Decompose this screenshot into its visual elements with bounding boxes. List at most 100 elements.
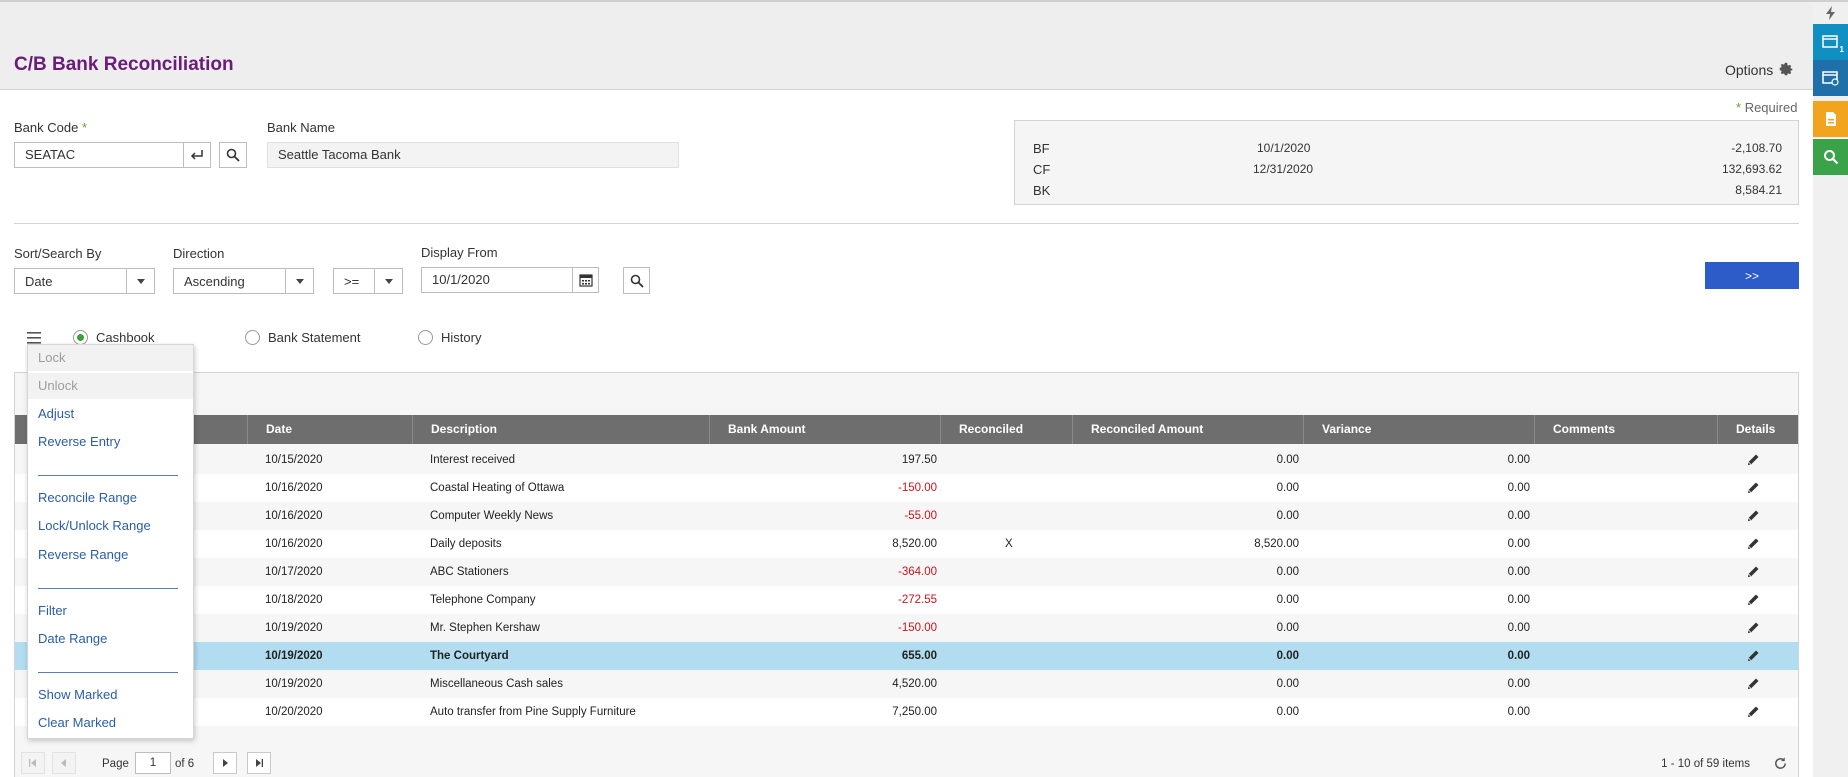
menu-item-lock[interactable]: Lock bbox=[28, 345, 193, 371]
operator-select[interactable]: >= bbox=[333, 268, 403, 294]
table-row[interactable]: 10/16/2020 Computer Weekly News -55.00 0.00… bbox=[15, 502, 1798, 530]
table-row[interactable]: 10/20/2020 Auto transfer from Pine Supply… bbox=[15, 698, 1798, 726]
column-header-comments[interactable]: Comments bbox=[1535, 415, 1718, 444]
cell-variance: 0.00 bbox=[1507, 566, 1530, 578]
menu-item-reconcile-range[interactable]: Reconcile Range bbox=[28, 485, 193, 511]
display-from-input[interactable]: 10/1/2020 bbox=[421, 267, 573, 293]
next-page-button[interactable] bbox=[213, 752, 237, 774]
edit-pencil-icon[interactable] bbox=[1746, 677, 1760, 691]
bank-code-input[interactable]: SEATAC bbox=[14, 142, 184, 168]
cell-bank-amount: -55.00 bbox=[904, 510, 937, 522]
column-header-reconciled-amount[interactable]: Reconciled Amount bbox=[1073, 415, 1304, 444]
menu-item-reverse-range[interactable]: Reverse Range bbox=[28, 542, 193, 568]
sort-value: Date bbox=[25, 274, 53, 289]
sort-label: Sort/Search By bbox=[14, 246, 102, 261]
cell-comments bbox=[1552, 446, 1722, 474]
window-settings-icon[interactable] bbox=[1813, 60, 1848, 96]
cell-comments bbox=[1552, 670, 1722, 698]
radio-label: Bank Statement bbox=[268, 330, 361, 345]
edit-pencil-icon[interactable] bbox=[1746, 481, 1760, 495]
previous-page-button[interactable] bbox=[52, 752, 76, 774]
page-count: of 6 bbox=[175, 758, 195, 770]
page-input[interactable]: 1 bbox=[135, 752, 171, 774]
filter-search-button[interactable] bbox=[623, 267, 650, 294]
bank-code-label-text: Bank Code bbox=[14, 120, 79, 135]
cell-variance: 0.00 bbox=[1507, 706, 1530, 718]
cell-date: 10/16/2020 bbox=[265, 482, 323, 494]
options-button[interactable]: Options bbox=[1725, 62, 1794, 78]
table-row[interactable]: 10/16/2020 Coastal Heating of Ottawa -150.… bbox=[15, 474, 1798, 502]
first-page-button[interactable] bbox=[21, 752, 45, 774]
table-row[interactable]: 10/19/2020 Mr. Stephen Kershaw -150.00 0.00… bbox=[15, 614, 1798, 642]
cell-bank-amount: -150.00 bbox=[897, 622, 937, 634]
column-header-details: Details bbox=[1718, 415, 1798, 444]
summary-date: 10/1/2020 bbox=[1257, 141, 1311, 155]
edit-pencil-icon[interactable] bbox=[1746, 649, 1760, 663]
window-badge-icon[interactable]: 1 bbox=[1813, 24, 1848, 60]
cell-date: 10/19/2020 bbox=[265, 622, 323, 634]
cell-description: Telephone Company bbox=[430, 594, 536, 606]
radio-button[interactable] bbox=[418, 330, 433, 345]
cell-variance: 0.00 bbox=[1507, 510, 1530, 522]
radio-history[interactable]: History bbox=[418, 330, 481, 345]
cell-comments bbox=[1552, 698, 1722, 726]
menu-item-lock-unlock-range[interactable]: Lock/Unlock Range bbox=[28, 513, 193, 539]
column-header-bank-amount[interactable]: Bank Amount bbox=[710, 415, 941, 444]
menu-item-clear-marked[interactable]: Clear Marked bbox=[28, 710, 193, 736]
search-icon[interactable] bbox=[1813, 139, 1848, 175]
edit-pencil-icon[interactable] bbox=[1746, 509, 1760, 523]
document-icon[interactable] bbox=[1813, 101, 1848, 137]
sort-select[interactable]: Date bbox=[14, 268, 155, 294]
table-row[interactable]: 10/19/2020 Miscellaneous Cash sales 4,520.… bbox=[15, 670, 1798, 698]
cell-date: 10/18/2020 bbox=[265, 594, 323, 606]
direction-select[interactable]: Ascending bbox=[173, 268, 314, 294]
edit-pencil-icon[interactable] bbox=[1746, 621, 1760, 635]
next-button[interactable]: >> bbox=[1705, 262, 1799, 289]
column-header-variance[interactable]: Variance bbox=[1304, 415, 1535, 444]
cell-bank-amount: 4,520.00 bbox=[892, 678, 937, 690]
menu-separator bbox=[38, 672, 178, 673]
edit-pencil-icon[interactable] bbox=[1746, 565, 1760, 579]
table-row[interactable]: 10/15/2020 Interest received 197.50 0.00 0.0… bbox=[15, 446, 1798, 474]
menu-item-show-marked[interactable]: Show Marked bbox=[28, 682, 193, 708]
table-row[interactable]: 10/16/2020 Daily deposits 8,520.00 X 8,520.0… bbox=[15, 530, 1798, 558]
cell-variance: 0.00 bbox=[1507, 454, 1530, 466]
radio-bank-statement[interactable]: Bank Statement bbox=[245, 330, 361, 345]
table-row[interactable]: 10/19/2020 The Courtyard 655.00 0.00 0.00 bbox=[15, 642, 1798, 670]
table-row[interactable]: 10/17/2020 ABC Stationers -364.00 0.00 0.00 bbox=[15, 558, 1798, 586]
table-row[interactable]: 10/18/2020 Telephone Company -272.55 0.00 0.… bbox=[15, 586, 1798, 614]
cell-variance: 0.00 bbox=[1507, 678, 1530, 690]
menu-item-filter[interactable]: Filter bbox=[28, 598, 193, 624]
lightning-icon[interactable] bbox=[1813, 2, 1848, 24]
cell-reconciled-amount: 0.00 bbox=[1276, 706, 1299, 718]
menu-item-reverse-entry[interactable]: Reverse Entry bbox=[28, 429, 193, 455]
cell-reconciled bbox=[1005, 586, 1045, 614]
hamburger-menu-icon[interactable] bbox=[27, 332, 41, 344]
pager: Page 1 of 6 1 - 10 of 59 items bbox=[15, 749, 1798, 777]
enter-button[interactable] bbox=[183, 142, 211, 168]
menu-item-adjust[interactable]: Adjust bbox=[28, 401, 193, 427]
last-page-button[interactable] bbox=[247, 752, 271, 774]
edit-pencil-icon[interactable] bbox=[1746, 537, 1760, 551]
cell-description: Mr. Stephen Kershaw bbox=[430, 622, 540, 634]
column-header-date[interactable]: Date bbox=[248, 415, 413, 444]
bank-code-lookup-button[interactable] bbox=[219, 142, 247, 168]
column-header-description[interactable]: Description bbox=[413, 415, 710, 444]
radio-button[interactable] bbox=[73, 330, 88, 345]
chevron-down-icon bbox=[285, 269, 313, 293]
column-header-reconciled[interactable]: Reconciled bbox=[941, 415, 1073, 444]
refresh-icon[interactable] bbox=[1773, 756, 1788, 771]
cell-date: 10/17/2020 bbox=[265, 566, 323, 578]
cell-comments bbox=[1552, 558, 1722, 586]
radio-button[interactable] bbox=[245, 330, 260, 345]
menu-item-date-range[interactable]: Date Range bbox=[28, 626, 193, 652]
radio-cashbook[interactable]: Cashbook bbox=[73, 330, 155, 345]
edit-pencil-icon[interactable] bbox=[1746, 593, 1760, 607]
cell-description: ABC Stationers bbox=[430, 566, 509, 578]
balance-summary: BF 10/1/2020 -2,108.70 CF 12/31/2020 132… bbox=[1014, 120, 1799, 205]
edit-pencil-icon[interactable] bbox=[1746, 705, 1760, 719]
calendar-button[interactable] bbox=[572, 267, 599, 293]
edit-pencil-icon[interactable] bbox=[1746, 453, 1760, 467]
summary-amount: 8,584.21 bbox=[1735, 183, 1782, 197]
menu-item-unlock[interactable]: Unlock bbox=[28, 373, 193, 399]
